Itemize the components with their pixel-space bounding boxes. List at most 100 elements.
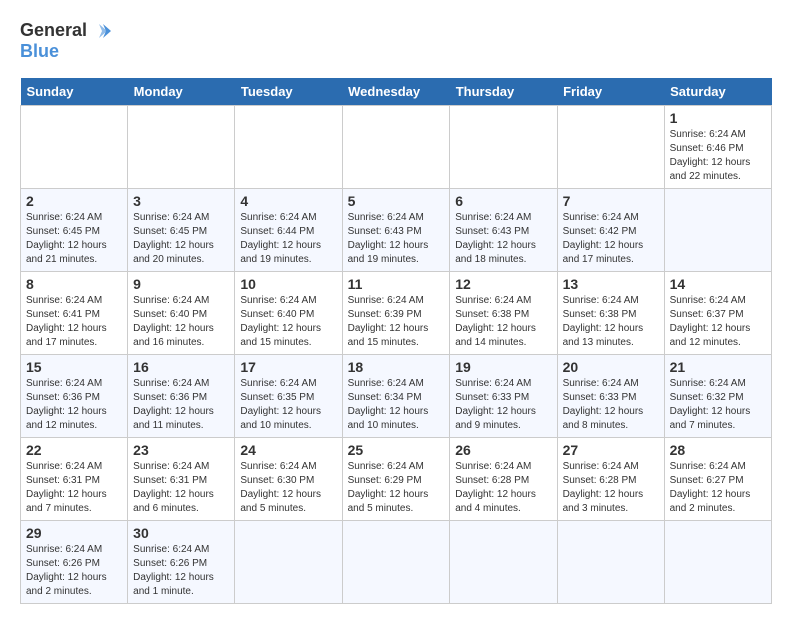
calendar-cell: 19 Sunrise: 6:24 AMSunset: 6:33 PMDayligh… [450,354,557,437]
calendar-week-3: 15 Sunrise: 6:24 AMSunset: 6:36 PMDayligh… [21,354,772,437]
calendar-cell: 11 Sunrise: 6:24 AMSunset: 6:39 PMDayligh… [342,271,450,354]
calendar-cell-1: 1 Sunrise: 6:24 AMSunset: 6:46 PMDaylight… [664,105,771,188]
empty-cell [342,105,450,188]
calendar-cell: 16 Sunrise: 6:24 AMSunset: 6:36 PMDayligh… [128,354,235,437]
day-info: Sunrise: 6:24 AMSunset: 6:36 PMDaylight:… [26,378,107,431]
day-info: Sunrise: 6:24 AMSunset: 6:34 PMDaylight:… [348,378,429,431]
day-number: 29 [26,525,122,541]
calendar-cell: 21 Sunrise: 6:24 AMSunset: 6:32 PMDayligh… [664,354,771,437]
day-info: Sunrise: 6:24 AMSunset: 6:40 PMDaylight:… [240,295,321,348]
day-info: Sunrise: 6:24 AMSunset: 6:32 PMDaylight:… [670,378,751,431]
calendar-week-4: 22 Sunrise: 6:24 AMSunset: 6:31 PMDayligh… [21,437,772,520]
day-header-thursday: Thursday [450,78,557,106]
day-info: Sunrise: 6:24 AMSunset: 6:33 PMDaylight:… [563,378,644,431]
day-info: Sunrise: 6:24 AMSunset: 6:35 PMDaylight:… [240,378,321,431]
day-number: 15 [26,359,122,375]
logo-text: General Blue [20,20,111,62]
day-info: Sunrise: 6:24 AMSunset: 6:41 PMDaylight:… [26,295,107,348]
day-info: Sunrise: 6:24 AMSunset: 6:27 PMDaylight:… [670,461,751,514]
day-number: 1 [670,110,766,126]
calendar-week-0: 1 Sunrise: 6:24 AMSunset: 6:46 PMDaylight… [21,105,772,188]
calendar-cell: 14 Sunrise: 6:24 AMSunset: 6:37 PMDayligh… [664,271,771,354]
day-info: Sunrise: 6:24 AMSunset: 6:31 PMDaylight:… [26,461,107,514]
day-info: Sunrise: 6:24 AMSunset: 6:28 PMDaylight:… [563,461,644,514]
calendar-cell: 18Sunrise: 6:24 AMSunset: 6:34 PMDayligh… [342,354,450,437]
calendar-cell: 24 Sunrise: 6:24 AMSunset: 6:30 PMDayligh… [235,437,342,520]
day-info: Sunrise: 6:24 AMSunset: 6:43 PMDaylight:… [455,212,536,265]
day-header-wednesday: Wednesday [342,78,450,106]
calendar-cell: 5 Sunrise: 6:24 AMSunset: 6:43 PMDaylight… [342,188,450,271]
day-number: 10 [240,276,336,292]
day-number: 16 [133,359,229,375]
day-info: Sunrise: 6:24 AMSunset: 6:42 PMDaylight:… [563,212,644,265]
calendar-cell: 4Sunrise: 6:24 AMSunset: 6:44 PMDaylight… [235,188,342,271]
day-number: 14 [670,276,766,292]
day-number: 28 [670,442,766,458]
day-info: Sunrise: 6:24 AMSunset: 6:38 PMDaylight:… [455,295,536,348]
day-info: Sunrise: 6:24 AMSunset: 6:43 PMDaylight:… [348,212,429,265]
day-number: 5 [348,193,445,209]
calendar-cell [450,520,557,603]
calendar-cell: 15 Sunrise: 6:24 AMSunset: 6:36 PMDayligh… [21,354,128,437]
calendar-cell: 12Sunrise: 6:24 AMSunset: 6:38 PMDayligh… [450,271,557,354]
calendar-cell: 7Sunrise: 6:24 AMSunset: 6:42 PMDaylight… [557,188,664,271]
day-info: Sunrise: 6:24 AMSunset: 6:46 PMDaylight:… [670,129,751,182]
logo: General Blue [20,20,111,62]
day-number: 19 [455,359,551,375]
day-info: Sunrise: 6:24 AMSunset: 6:29 PMDaylight:… [348,461,429,514]
day-header-saturday: Saturday [664,78,771,106]
day-header-tuesday: Tuesday [235,78,342,106]
day-info: Sunrise: 6:24 AMSunset: 6:31 PMDaylight:… [133,461,214,514]
day-number: 6 [455,193,551,209]
day-number: 13 [563,276,659,292]
day-number: 3 [133,193,229,209]
day-number: 25 [348,442,445,458]
day-number: 20 [563,359,659,375]
calendar-table: SundayMondayTuesdayWednesdayThursdayFrid… [20,78,772,604]
day-info: Sunrise: 6:24 AMSunset: 6:28 PMDaylight:… [455,461,536,514]
day-number: 27 [563,442,659,458]
calendar-cell: 27 Sunrise: 6:24 AMSunset: 6:28 PMDayligh… [557,437,664,520]
day-number: 22 [26,442,122,458]
calendar-cell: 22 Sunrise: 6:24 AMSunset: 6:31 PMDayligh… [21,437,128,520]
day-info: Sunrise: 6:24 AMSunset: 6:36 PMDaylight:… [133,378,214,431]
day-info: Sunrise: 6:24 AMSunset: 6:30 PMDaylight:… [240,461,321,514]
empty-cell [235,105,342,188]
calendar-cell: 30Sunrise: 6:24 AMSunset: 6:26 PMDayligh… [128,520,235,603]
day-info: Sunrise: 6:24 AMSunset: 6:39 PMDaylight:… [348,295,429,348]
empty-cell [128,105,235,188]
day-info: Sunrise: 6:24 AMSunset: 6:26 PMDaylight:… [26,544,107,597]
empty-cell [557,105,664,188]
empty-cell [450,105,557,188]
calendar-cell: 25 Sunrise: 6:24 AMSunset: 6:29 PMDayligh… [342,437,450,520]
day-number: 2 [26,193,122,209]
logo-bird-icon [89,20,111,42]
day-number: 17 [240,359,336,375]
day-info: Sunrise: 6:24 AMSunset: 6:33 PMDaylight:… [455,378,536,431]
calendar-cell: 29 Sunrise: 6:24 AMSunset: 6:26 PMDayligh… [21,520,128,603]
calendar-week-5: 29 Sunrise: 6:24 AMSunset: 6:26 PMDayligh… [21,520,772,603]
calendar-cell: 20 Sunrise: 6:24 AMSunset: 6:33 PMDayligh… [557,354,664,437]
day-number: 26 [455,442,551,458]
calendar-cell: 8 Sunrise: 6:24 AMSunset: 6:41 PMDaylight… [21,271,128,354]
day-number: 24 [240,442,336,458]
calendar-cell: 2 Sunrise: 6:24 AMSunset: 6:45 PMDaylight… [21,188,128,271]
calendar-cell: 26 Sunrise: 6:24 AMSunset: 6:28 PMDayligh… [450,437,557,520]
calendar-cell: 17 Sunrise: 6:24 AMSunset: 6:35 PMDayligh… [235,354,342,437]
day-info: Sunrise: 6:24 AMSunset: 6:45 PMDaylight:… [26,212,107,265]
calendar-body: 1 Sunrise: 6:24 AMSunset: 6:46 PMDaylight… [21,105,772,603]
day-info: Sunrise: 6:24 AMSunset: 6:37 PMDaylight:… [670,295,751,348]
calendar-cell: 3Sunrise: 6:24 AMSunset: 6:45 PMDaylight… [128,188,235,271]
calendar-cell: 13Sunrise: 6:24 AMSunset: 6:38 PMDayligh… [557,271,664,354]
calendar-cell [664,520,771,603]
calendar-cell [664,188,771,271]
day-number: 8 [26,276,122,292]
day-number: 23 [133,442,229,458]
calendar-week-1: 2 Sunrise: 6:24 AMSunset: 6:45 PMDaylight… [21,188,772,271]
day-number: 9 [133,276,229,292]
calendar-cell: 23 Sunrise: 6:24 AMSunset: 6:31 PMDayligh… [128,437,235,520]
calendar-week-2: 8 Sunrise: 6:24 AMSunset: 6:41 PMDaylight… [21,271,772,354]
day-number: 30 [133,525,229,541]
day-number: 11 [348,276,445,292]
day-number: 21 [670,359,766,375]
